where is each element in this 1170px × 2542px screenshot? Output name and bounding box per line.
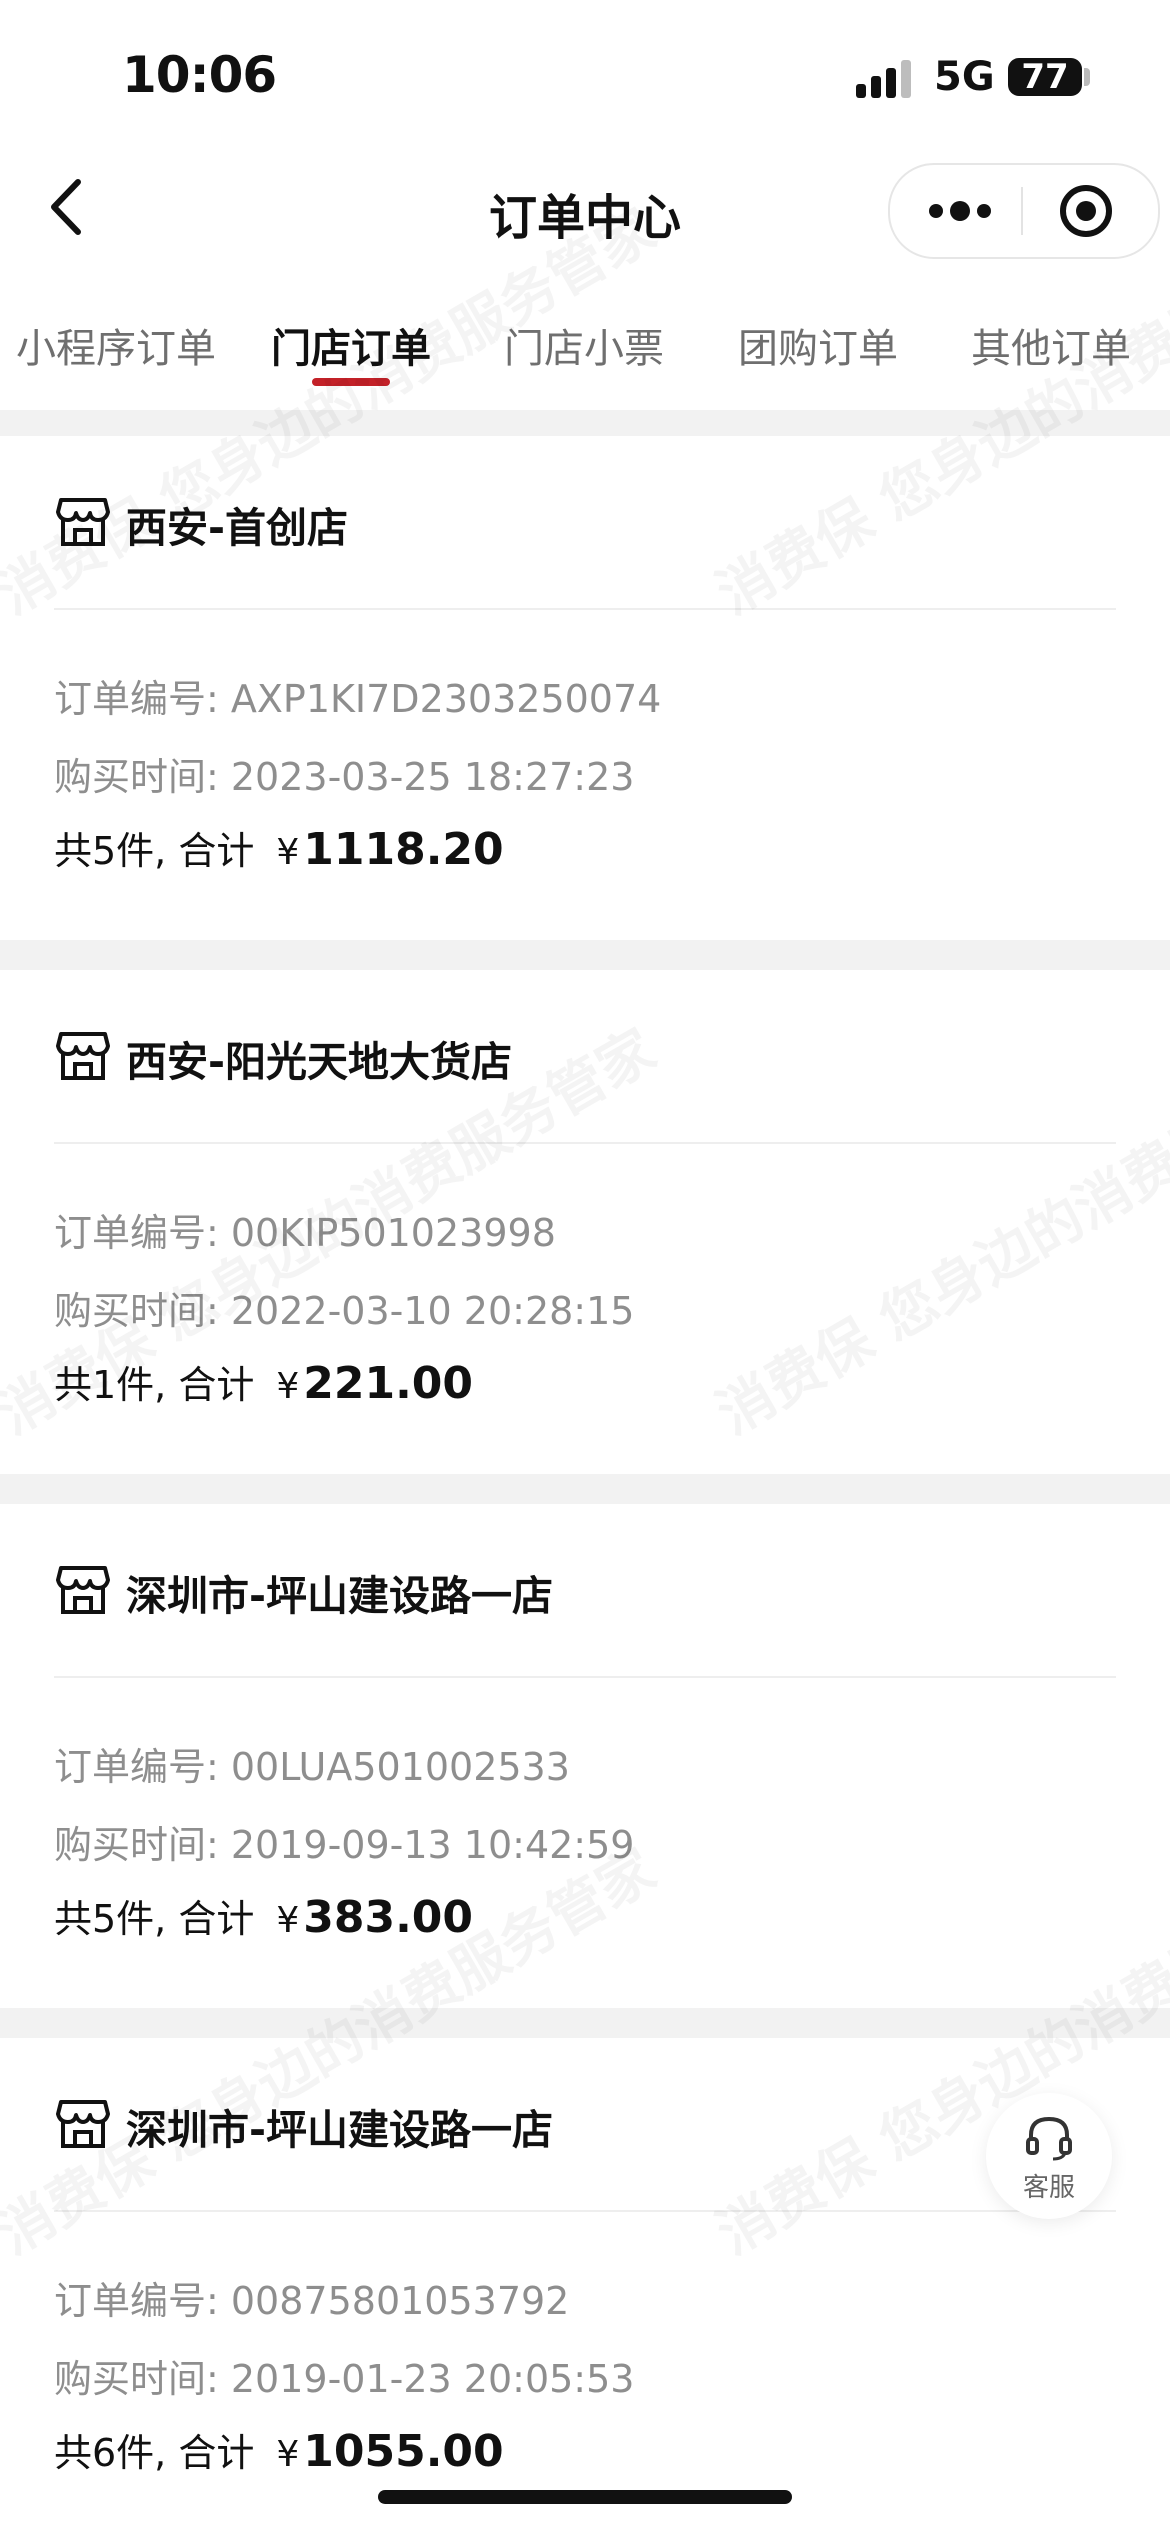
total-amount: 383.00 (303, 1892, 474, 1943)
order-card[interactable]: 西安-阳光天地大货店 订单编号: 00KIP501023998 购买时间: 20… (0, 970, 1170, 1474)
purchase-time: 购买时间: 2019-09-13 10:42:59 (54, 1823, 635, 1867)
store-icon (56, 1032, 110, 1080)
customer-service-label: 客服 (1022, 2173, 1075, 2203)
tab-other-orders[interactable]: 其他订单 (971, 316, 1131, 374)
home-indicator (378, 2490, 792, 2504)
store-name: 深圳市-坪山建设路一店 (126, 1572, 554, 1620)
total-amount: 1118.20 (303, 824, 504, 875)
status-time: 10:06 (122, 46, 277, 104)
order-card[interactable]: 西安-首创店 订单编号: AXP1KI7D2303250074 购买时间: 20… (0, 436, 1170, 940)
item-count: 共6件, 合计 (54, 2431, 255, 2475)
order-total: 共5件, 合计 ¥1118.20 (54, 820, 504, 875)
item-count: 共5件, 合计 (54, 1897, 255, 1941)
item-count: 共1件, 合计 (54, 1363, 255, 1407)
capsule-divider (1021, 187, 1023, 235)
currency-symbol: ¥ (276, 832, 300, 873)
card-divider (54, 1676, 1116, 1678)
store-name: 西安-阳光天地大货店 (126, 1038, 513, 1086)
headset-icon (1026, 2116, 1072, 2161)
store-name: 深圳市-坪山建设路一店 (126, 2106, 554, 2154)
store-icon (56, 498, 110, 546)
order-tabs: 小程序订单 门店订单 门店小票 团购订单 其他订单 (0, 300, 1170, 410)
signal-icon (856, 58, 914, 98)
tab-store-orders[interactable]: 门店订单 (271, 316, 431, 374)
order-card[interactable]: 深圳市-坪山建设路一店 订单编号: 00875801053792 购买时间: 2… (0, 2038, 1170, 2542)
purchase-time: 购买时间: 2022-03-10 20:28:15 (54, 1289, 635, 1333)
order-number: 订单编号: 00LUA501002533 (54, 1745, 570, 1789)
total-amount: 1055.00 (303, 2426, 504, 2477)
purchase-time: 购买时间: 2019-01-23 20:05:53 (54, 2357, 635, 2401)
store-icon (56, 1566, 110, 1614)
currency-symbol: ¥ (276, 1366, 300, 1407)
order-number: 订单编号: AXP1KI7D2303250074 (54, 677, 662, 721)
currency-symbol: ¥ (276, 1900, 300, 1941)
battery-icon: 77 (1008, 57, 1082, 97)
top-bar: 10:06 5G 77 订单中心 小程序订单 门店订单 门店小票 团购订单 其他… (0, 0, 1170, 410)
more-button[interactable] (920, 185, 1000, 237)
tab-group-buy-orders[interactable]: 团购订单 (738, 316, 898, 374)
item-count: 共5件, 合计 (54, 829, 255, 873)
order-total: 共1件, 合计 ¥221.00 (54, 1354, 473, 1409)
order-number: 订单编号: 00875801053792 (54, 2279, 570, 2323)
order-total: 共5件, 合计 ¥383.00 (54, 1888, 473, 1943)
customer-service-button[interactable]: 客服 (986, 2093, 1112, 2219)
purchase-time: 购买时间: 2023-03-25 18:27:23 (54, 755, 635, 799)
card-divider (54, 2210, 1116, 2212)
more-dots-icon (929, 201, 991, 221)
order-total: 共6件, 合计 ¥1055.00 (54, 2422, 504, 2477)
store-icon (56, 2100, 110, 2148)
active-tab-indicator (312, 378, 390, 386)
card-divider (54, 1142, 1116, 1144)
mini-program-capsule (888, 163, 1160, 259)
network-type: 5G (934, 54, 995, 100)
tab-mini-program-orders[interactable]: 小程序订单 (16, 316, 216, 374)
currency-symbol: ¥ (276, 2434, 300, 2475)
tab-store-receipts[interactable]: 门店小票 (504, 316, 664, 374)
order-card[interactable]: 深圳市-坪山建设路一店 订单编号: 00LUA501002533 购买时间: 2… (0, 1504, 1170, 2008)
card-divider (54, 608, 1116, 610)
order-number: 订单编号: 00KIP501023998 (54, 1211, 556, 1255)
battery-tip (1084, 68, 1090, 86)
battery-level: 77 (1021, 57, 1069, 97)
close-mini-program-button[interactable] (1058, 183, 1114, 239)
target-icon (1060, 185, 1112, 237)
total-amount: 221.00 (303, 1358, 474, 1409)
store-name: 西安-首创店 (126, 504, 349, 552)
